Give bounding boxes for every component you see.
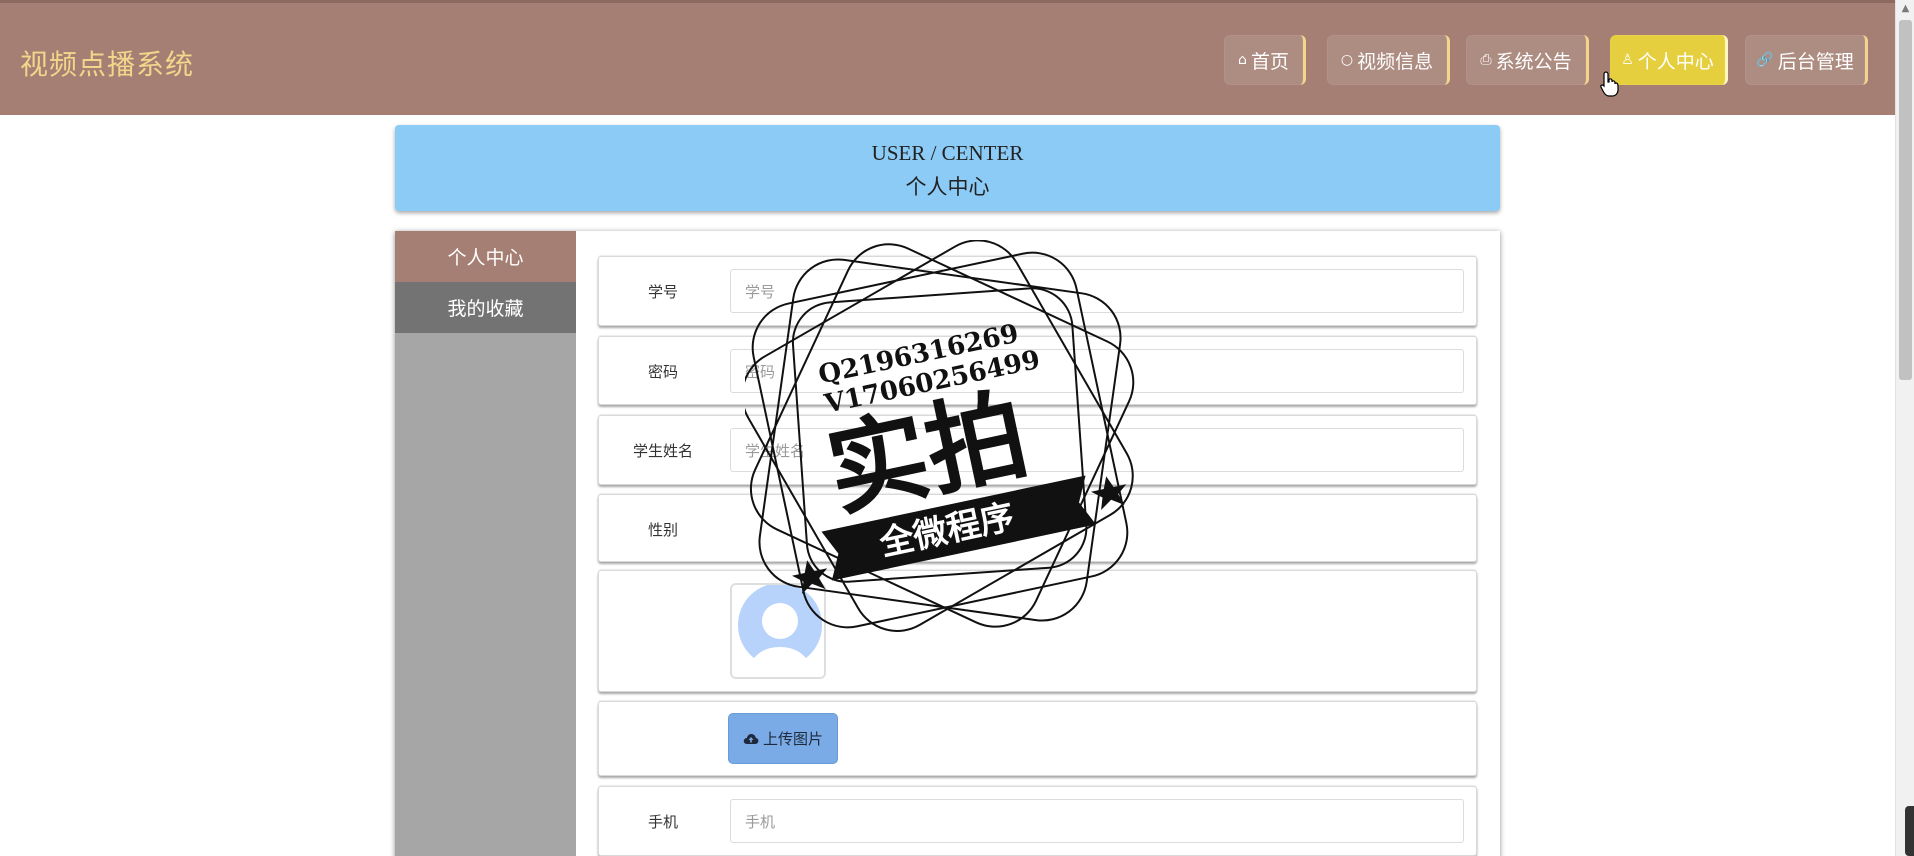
printer-icon: ⎙ (1480, 52, 1492, 68)
phone-label: 手机 (647, 813, 678, 831)
circle-icon: ○ (1340, 52, 1354, 68)
page-header-banner: USER / CENTER 个人中心 (395, 125, 1500, 211)
cloud-upload-icon (743, 733, 759, 744)
avatar[interactable] (730, 583, 826, 679)
nav-home-label: 首页 (1250, 50, 1289, 73)
banner-title-cn: 个人中心 (905, 175, 990, 199)
banner-title-en: USER / CENTER (871, 141, 1024, 165)
form-row-upload: 上传图片 (598, 701, 1477, 776)
nav-video-info-label: 视频信息 (1357, 50, 1434, 73)
site-title: 视频点播系统 (20, 48, 195, 81)
upload-image-button[interactable]: 上传图片 (728, 713, 838, 764)
form-row-phone: 手机 手机 (598, 786, 1477, 856)
nav-announcements[interactable]: ⎙ 系统公告 (1466, 35, 1589, 85)
form-row-avatar (598, 570, 1477, 692)
nav-user-center-label: 个人中心 (1637, 50, 1714, 73)
nav-admin-label: 后台管理 (1777, 50, 1854, 73)
phone-input[interactable]: 手机 (730, 799, 1464, 843)
student-id-input[interactable]: 学号 (730, 269, 1464, 313)
nav-video-info[interactable]: ○ 视频信息 (1327, 35, 1450, 85)
form-row-student-name: 学生姓名 学生姓名 (598, 415, 1477, 485)
sidebar-item-favorites[interactable]: 我的收藏 (395, 282, 576, 333)
nav-user-center[interactable]: ♙ 个人中心 (1610, 35, 1728, 85)
gender-label: 性别 (647, 521, 678, 539)
student-name-label: 学生姓名 (632, 442, 693, 460)
default-avatar-icon (732, 585, 824, 677)
sidebar-item-user-center[interactable]: 个人中心 (395, 231, 576, 282)
floating-widget-tab[interactable] (1905, 806, 1914, 856)
nav-home[interactable]: ⌂ 首页 (1224, 35, 1306, 85)
upload-image-label: 上传图片 (762, 730, 823, 748)
password-label: 密码 (647, 363, 678, 381)
password-input[interactable]: 密码 (730, 349, 1464, 393)
scroll-up-arrow-icon[interactable]: ▲ (1896, 0, 1914, 18)
top-navbar: 视频点播系统 ⌂ 首页 ○ 视频信息 ⎙ 系统公告 ♙ 个人中心 🔗 后台管理 (0, 0, 1895, 115)
sidebar: 个人中心 我的收藏 (395, 231, 576, 856)
link-icon: 🔗 (1756, 52, 1774, 68)
page-scrollbar[interactable]: ▲ (1895, 0, 1914, 856)
hand-cursor-icon (1600, 71, 1619, 97)
nav-admin[interactable]: 🔗 后台管理 (1745, 35, 1868, 85)
page: 视频点播系统 ⌂ 首页 ○ 视频信息 ⎙ 系统公告 ♙ 个人中心 🔗 后台管理 … (0, 0, 1914, 856)
nav-announcements-label: 系统公告 (1495, 50, 1572, 73)
student-name-input[interactable]: 学生姓名 (730, 428, 1464, 472)
user-icon: ♙ (1621, 52, 1634, 68)
home-icon: ⌂ (1238, 52, 1247, 68)
form-row-password: 密码 密码 (598, 336, 1477, 405)
form-row-student-id: 学号 学号 (598, 256, 1477, 326)
user-center-panel: 个人中心 我的收藏 学号 学号 密码 密码 学生姓名 学生姓名 性别 上传图片 … (395, 231, 1500, 856)
form-row-gender: 性别 (598, 494, 1477, 562)
student-id-label: 学号 (647, 283, 678, 301)
scroll-thumb[interactable] (1899, 20, 1912, 380)
